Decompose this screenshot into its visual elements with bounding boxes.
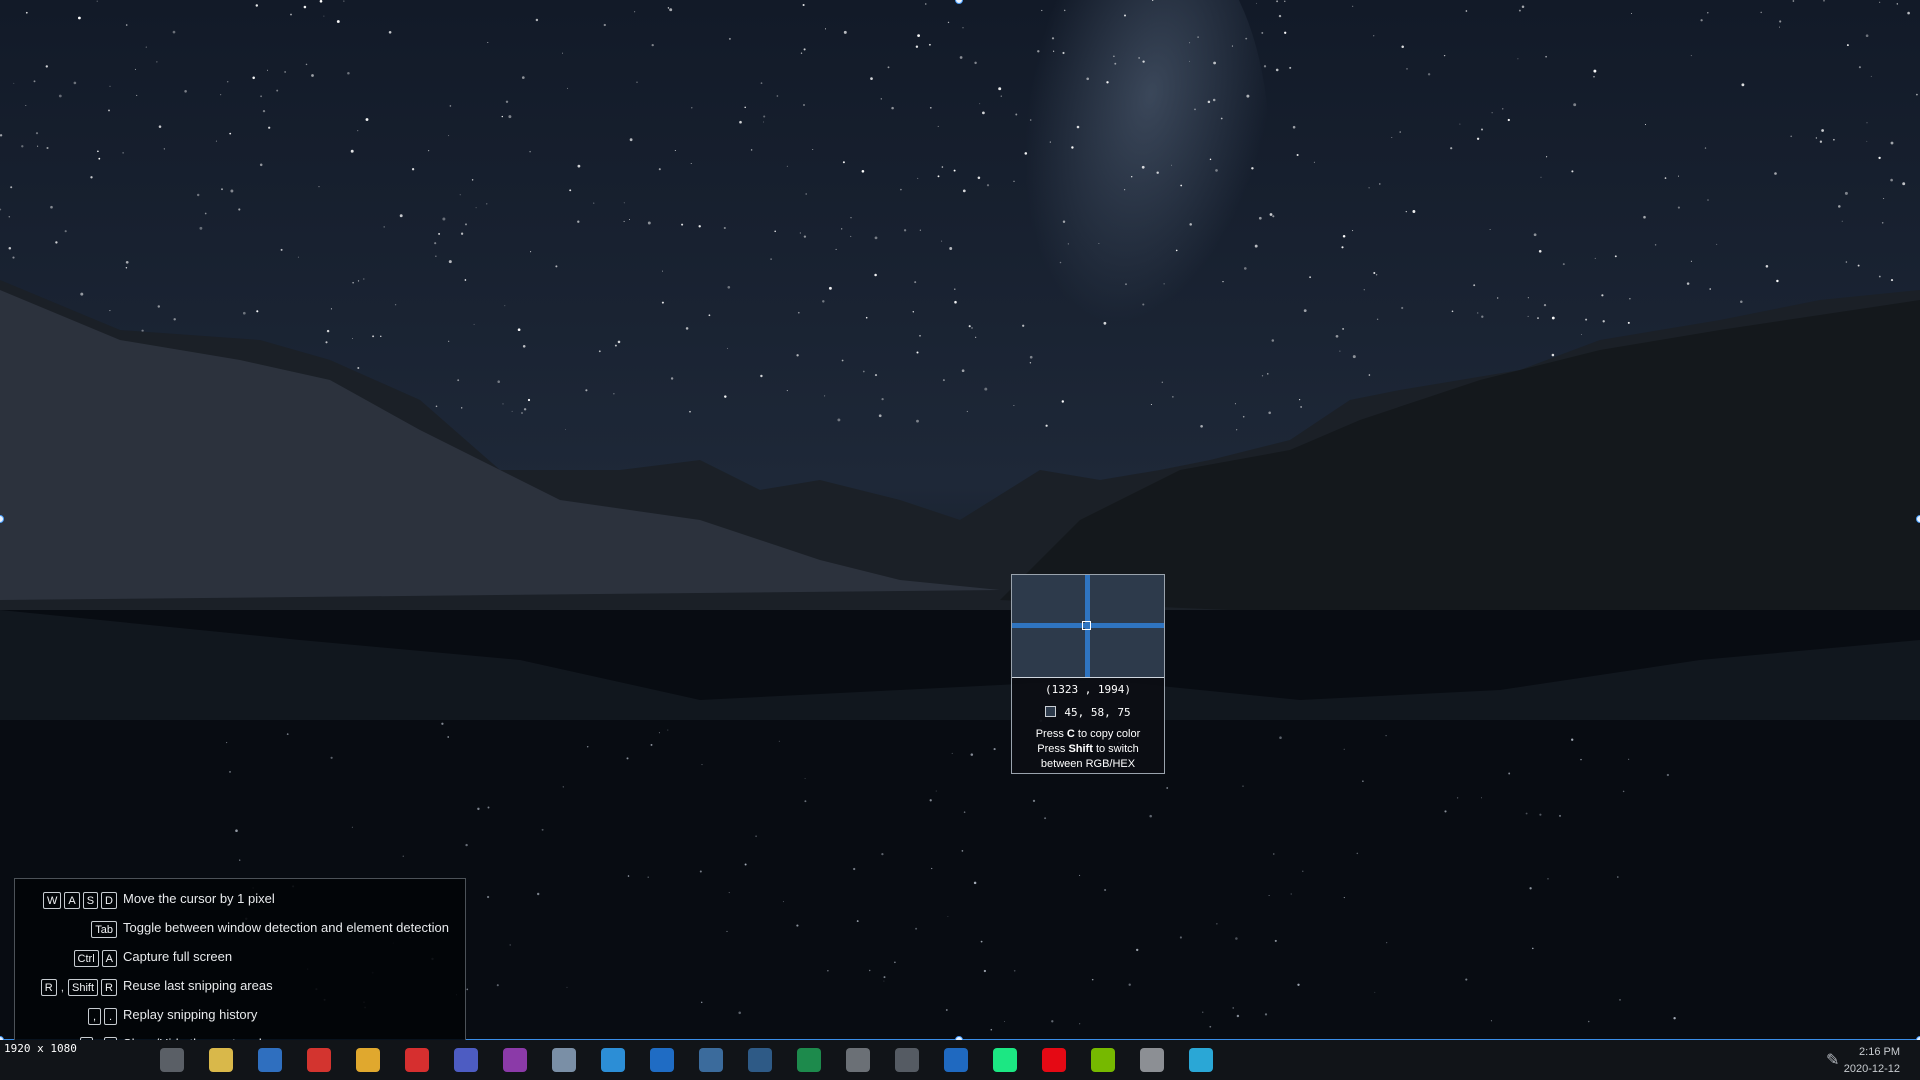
key-cap: Shift — [68, 978, 99, 996]
key-cap: A — [64, 891, 80, 909]
key-cap: A — [101, 949, 117, 967]
shortcut-label: Capture full screen — [123, 949, 233, 964]
steam-alt-icon[interactable] — [748, 1048, 772, 1072]
key-cap: R — [101, 978, 117, 996]
hint-key-c: C — [1066, 728, 1075, 740]
shortcut-keys: ,. — [88, 1005, 117, 1027]
key-cap: R — [40, 978, 57, 996]
shortcut-row: Ctrl A Capture full screen — [15, 947, 467, 969]
color-hint: Press C to copy color Press Shift to swi… — [1012, 727, 1164, 772]
opera-icon[interactable] — [307, 1048, 331, 1072]
shortcut-label: Toggle between window detection and elem… — [123, 920, 449, 935]
shortcut-row: R, Shift R Reuse last snipping areas — [15, 976, 467, 998]
hint-text: Press — [1037, 743, 1066, 755]
taskbar: ✎ 2:16 PM 2020-12-12 — [0, 1040, 1920, 1080]
shortcut-row: ,. Replay snipping history — [15, 1005, 467, 1027]
hint-text: to switch — [1095, 743, 1139, 755]
netease-music-icon[interactable] — [405, 1048, 429, 1072]
key-separator: , — [60, 980, 65, 994]
key-cap: . — [104, 1007, 117, 1025]
selection-size-indicator: 1920 x 1080 — [4, 1042, 77, 1055]
chrome-icon[interactable] — [356, 1048, 380, 1072]
nvidia-icon[interactable] — [1091, 1048, 1115, 1072]
shortcut-keys: WASD — [42, 889, 117, 911]
steam-icon[interactable] — [699, 1048, 723, 1072]
calculator-icon[interactable] — [895, 1048, 919, 1072]
shortcut-row: Tab Toggle between window detection and e… — [15, 918, 467, 940]
key-cap: , — [88, 1007, 101, 1025]
onenote-icon[interactable] — [503, 1048, 527, 1072]
facebook-icon[interactable] — [846, 1048, 870, 1072]
hulu-icon[interactable] — [993, 1048, 1017, 1072]
clock-date: 2020-12-12 — [1843, 1063, 1900, 1075]
magnified-view — [1012, 575, 1164, 678]
file-explorer-icon[interactable] — [160, 1048, 184, 1072]
mail-icon[interactable] — [258, 1048, 282, 1072]
shortcut-keys: Tab — [91, 918, 117, 940]
disk-icon[interactable] — [1140, 1048, 1164, 1072]
key-cap: S — [82, 891, 99, 909]
calendar-icon[interactable] — [601, 1048, 625, 1072]
shortcut-label: Replay snipping history — [123, 1007, 258, 1022]
shortcut-keys: R, Shift R — [40, 976, 117, 998]
shortcut-label: Move the cursor by 1 pixel — [123, 891, 275, 906]
clock-time: 2:16 PM — [1859, 1046, 1900, 1058]
key-cap: Ctrl — [73, 949, 99, 967]
hint-key-shift: Shift — [1068, 743, 1093, 755]
excel-green-icon[interactable] — [797, 1048, 821, 1072]
key-cap: D — [101, 891, 117, 909]
color-value-row: 45, 58, 75 — [1012, 706, 1164, 719]
selection-handle-right[interactable] — [1916, 515, 1920, 523]
key-cap: Tab — [91, 920, 117, 938]
netflix-icon[interactable] — [1042, 1048, 1066, 1072]
key-cap: W — [42, 891, 62, 909]
color-swatch-icon — [1045, 706, 1057, 717]
pen-workspace-icon[interactable]: ✎ — [1826, 1050, 1839, 1070]
rgb-value: 45, 58, 75 — [1064, 706, 1131, 719]
hint-text: between RGB/HEX — [1040, 758, 1136, 770]
outlook-icon[interactable] — [650, 1048, 674, 1072]
wave-app-icon[interactable] — [944, 1048, 968, 1072]
cursor-coordinates: (1323 , 1994) — [1044, 683, 1132, 696]
hint-text: to copy color — [1077, 728, 1141, 740]
edge-icon[interactable] — [1189, 1048, 1213, 1072]
shortcut-label: Reuse last snipping areas — [123, 978, 273, 993]
shortcut-row: W A S D Move the cursor by 1 pixel — [15, 889, 467, 911]
folder-icon[interactable] — [209, 1048, 233, 1072]
teams-icon[interactable] — [454, 1048, 478, 1072]
pen-app-icon[interactable] — [552, 1048, 576, 1072]
center-pixel-marker — [1082, 621, 1091, 630]
hint-text: Press — [1035, 728, 1064, 740]
shortcut-keys: Ctrl A — [73, 947, 117, 969]
system-clock[interactable]: 2:16 PM 2020-12-12 — [1844, 1044, 1900, 1078]
color-picker-magnifier: (1323 , 1994) 45, 58, 75 Press C to copy… — [1011, 574, 1165, 774]
